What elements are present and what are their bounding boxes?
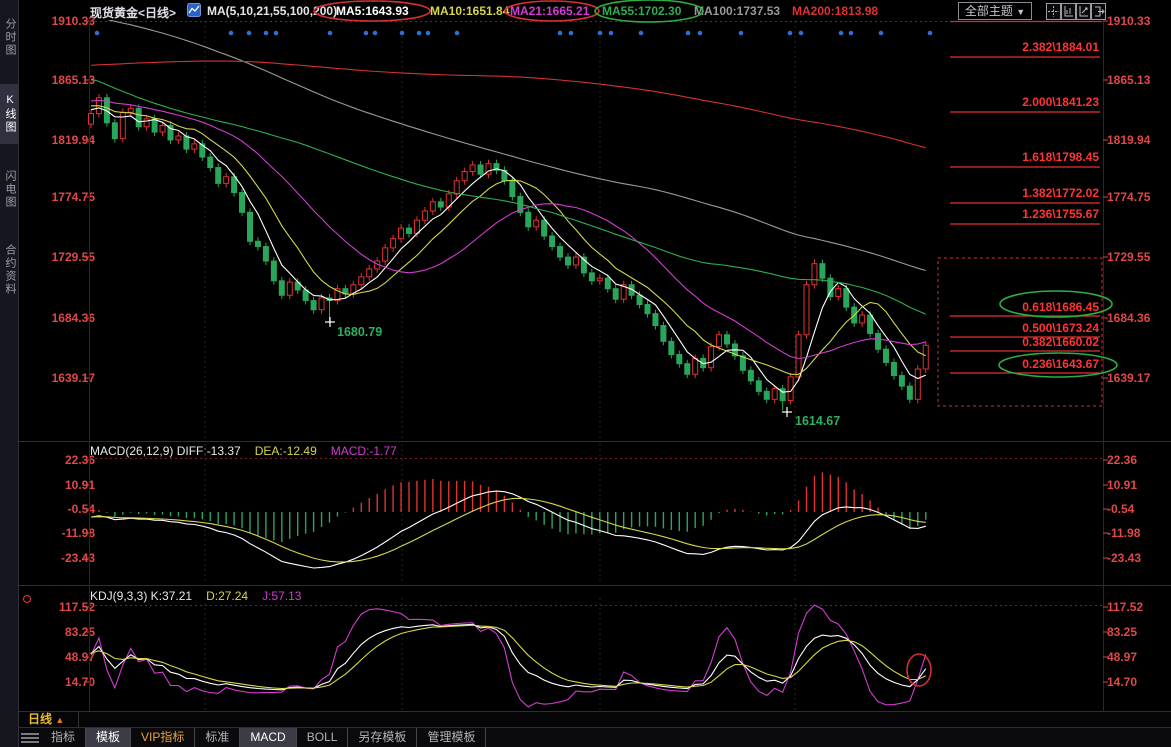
ma-value-label: MA10:1651.84 xyxy=(430,4,509,18)
panel-menu-icon[interactable] xyxy=(19,728,41,747)
instrument-title: 现货黄金<日线> xyxy=(90,4,176,21)
price-axis-label-left: 83.25 xyxy=(18,625,95,639)
kdj-header: KDJ(9,3,3) K:37.21 D:27.24 J:57.13 xyxy=(90,589,301,603)
fibonacci-level-label: 0.236\1643.67 xyxy=(979,357,1099,371)
price-axis-label-right: 1910.33 xyxy=(1107,14,1150,28)
fibonacci-level-label: 0.618\1686.45 xyxy=(979,300,1099,314)
trading-app-window: 分时图 K线图 闪电图 合约资料 现货黄金<日线> MA(5,10,21,55,… xyxy=(0,0,1171,747)
time-axis-row: 日线 ▲ xyxy=(19,712,1171,727)
tab-manage-template[interactable]: 管理模板 xyxy=(417,728,486,747)
fibonacci-level-label: 2.382\1884.01 xyxy=(979,40,1099,54)
fibonacci-level-label: 0.500\1673.24 xyxy=(979,321,1099,335)
move-tool-icon[interactable] xyxy=(1046,3,1061,20)
macd-macd-value: MACD:-1.77 xyxy=(331,444,397,458)
kdj-j-value: J:57.13 xyxy=(262,589,301,603)
chart-canvas[interactable] xyxy=(0,0,1171,747)
price-axis-label-left: -23.43 xyxy=(18,551,95,565)
price-axis-label-right: 1639.17 xyxy=(1107,371,1150,385)
low-price-annotation: 1614.67 xyxy=(795,414,840,428)
price-axis-label-right: 14.70 xyxy=(1107,675,1137,689)
price-axis-label-right: 22.36 xyxy=(1107,453,1137,467)
low-price-annotation: 1680.79 xyxy=(337,325,382,339)
pop-out-icon[interactable] xyxy=(1091,3,1106,20)
sidebar-item-timeline-chart[interactable]: 分时图 xyxy=(0,6,18,68)
tab-boll[interactable]: BOLL xyxy=(297,728,349,747)
template-tab-bar: 指标 模板 VIP指标 标准 MACD BOLL 另存模板 管理模板 xyxy=(19,728,1171,747)
price-axis-label-left: 14.70 xyxy=(18,675,95,689)
sidebar-item-flash-chart[interactable]: 闪电图 xyxy=(0,158,18,220)
sidebar-item-kline-chart[interactable]: K线图 xyxy=(0,84,18,144)
price-axis-label-left: 48.97 xyxy=(18,650,95,664)
ma-value-label: MA100:1737.53 xyxy=(694,4,780,18)
price-axis-label-left: 1910.33 xyxy=(18,14,95,28)
sidebar-item-contract-info[interactable]: 合约资料 xyxy=(0,228,18,312)
price-axis-label-right: 1684.36 xyxy=(1107,311,1150,325)
time-axis-zoom-icon[interactable] xyxy=(1076,3,1091,20)
fibonacci-level-label: 0.382\1660.02 xyxy=(979,335,1099,349)
macd-diff-value: MACD(26,12,9) DIFF:-13.37 xyxy=(90,444,241,458)
macd-header: MACD(26,12,9) DIFF:-13.37 DEA:-12.49 MAC… xyxy=(90,444,397,458)
price-axis-label-right: 117.52 xyxy=(1107,600,1143,614)
price-axis-label-right: -11.98 xyxy=(1107,526,1140,540)
fibonacci-level-label: 1.382\1772.02 xyxy=(979,186,1099,200)
price-axis-label-left: -0.54 xyxy=(18,502,95,516)
price-axis-zoom-icon[interactable] xyxy=(1061,3,1076,20)
ma-value-label: MA55:1702.30 xyxy=(602,4,681,18)
price-axis-label-left: 1684.36 xyxy=(18,311,95,325)
price-axis-label-left: 1639.17 xyxy=(18,371,95,385)
price-axis-label-left: 1819.94 xyxy=(18,133,95,147)
price-axis-label-right: 1774.75 xyxy=(1107,190,1150,204)
kdj-d-value: D:27.24 xyxy=(206,589,248,603)
fibonacci-level-label: 1.618\1798.45 xyxy=(979,150,1099,164)
price-axis-label-left: 1729.55 xyxy=(18,250,95,264)
left-sidebar: 分时图 K线图 闪电图 合约资料 xyxy=(0,0,19,747)
tab-indicator[interactable]: 指标 xyxy=(41,728,86,747)
price-axis-label-left: 22.36 xyxy=(18,453,95,467)
fibonacci-level-label: 2.000\1841.23 xyxy=(979,95,1099,109)
price-axis-label-right: 48.97 xyxy=(1107,650,1137,664)
ma-params-label: MA(5,10,21,55,100,200) xyxy=(207,4,337,18)
tab-macd[interactable]: MACD xyxy=(240,728,296,747)
fibonacci-level-label: 1.236\1755.67 xyxy=(979,207,1099,221)
price-axis-label-right: 1865.13 xyxy=(1107,73,1150,87)
price-axis-label-right: -0.54 xyxy=(1107,502,1134,516)
price-axis-label-right: 83.25 xyxy=(1107,625,1137,639)
ma-value-label: MA5:1643.93 xyxy=(336,4,409,18)
price-axis-label-left: 117.52 xyxy=(18,600,95,614)
theme-dropdown-button[interactable]: 全部主题 ▼ xyxy=(958,2,1032,20)
price-axis-label-left: 1774.75 xyxy=(18,190,95,204)
tab-vip-indicator[interactable]: VIP指标 xyxy=(131,728,195,747)
ma-value-label: MA200:1813.98 xyxy=(792,4,878,18)
price-axis-label-right: 1819.94 xyxy=(1107,133,1150,147)
price-axis-label-left: 1865.13 xyxy=(18,73,95,87)
caret-down-icon: ▼ xyxy=(1016,7,1025,17)
ma-value-label: MA21:1665.21 xyxy=(510,4,589,18)
kdj-k-value: KDJ(9,3,3) K:37.21 xyxy=(90,589,192,603)
kline-chart-icon xyxy=(187,3,201,20)
tab-save-template[interactable]: 另存模板 xyxy=(348,728,417,747)
price-axis-label-left: -11.98 xyxy=(18,526,95,540)
macd-dea-value: DEA:-12.49 xyxy=(255,444,317,458)
price-axis-label-left: 10.91 xyxy=(18,478,95,492)
price-axis-label-right: -23.43 xyxy=(1107,551,1141,565)
labels-layer: 1910.33 1910.33 1865.13 1865.13 1819.94 1819.… xyxy=(0,0,1171,747)
period-selector[interactable]: 日线 ▲ xyxy=(28,712,64,728)
price-axis-label-right: 10.91 xyxy=(1107,478,1137,492)
caret-up-icon: ▲ xyxy=(55,715,64,725)
tab-template[interactable]: 模板 xyxy=(86,728,131,747)
price-axis-label-right: 1729.55 xyxy=(1107,250,1150,264)
tab-standard[interactable]: 标准 xyxy=(195,728,240,747)
